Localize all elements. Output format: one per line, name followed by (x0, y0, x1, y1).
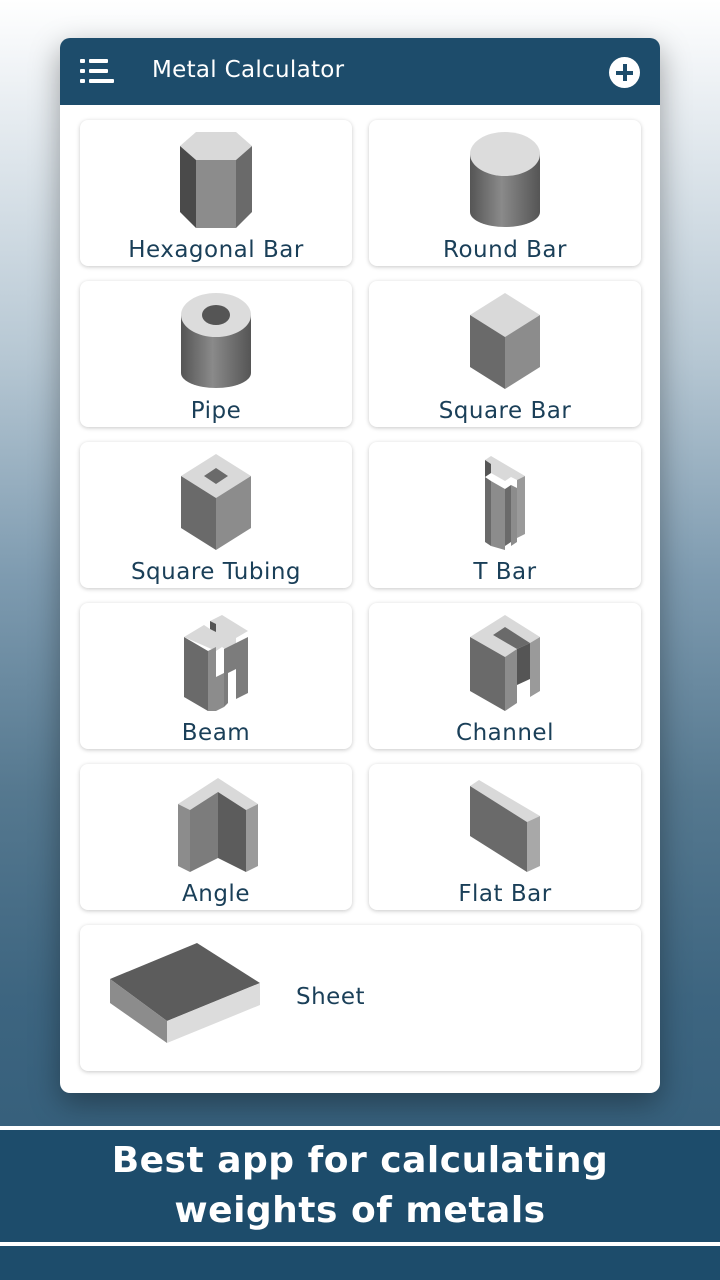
app-bar: Metal Calculator (60, 38, 660, 105)
shape-card-sheet[interactable]: Sheet (80, 925, 641, 1071)
shape-card-beam[interactable]: Beam (80, 603, 352, 749)
shape-card-pipe[interactable]: Pipe (80, 281, 352, 427)
app-title: Metal Calculator (152, 57, 345, 83)
t-bar-icon (485, 456, 525, 550)
menu-list-icon[interactable] (80, 59, 114, 83)
shape-label: Square Bar (438, 398, 572, 424)
round-bar-icon (470, 132, 540, 227)
app-screen: Metal Calculator Hexagonal Bar Round Bar (60, 38, 660, 1093)
beam-icon (184, 615, 248, 711)
shape-card-round-bar[interactable]: Round Bar (369, 120, 641, 266)
banner-line-1: Best app for calculating (111, 1140, 609, 1181)
bottom-strip (0, 1246, 720, 1280)
shape-label: Square Tubing (130, 559, 302, 585)
plus-circle-icon[interactable] (609, 57, 640, 88)
shape-card-square-bar[interactable]: Square Bar (369, 281, 641, 427)
channel-icon (470, 615, 540, 711)
shape-label: T Bar (473, 559, 537, 585)
shape-label: Channel (456, 720, 554, 746)
shape-label: Sheet (296, 984, 365, 1010)
square-tubing-icon (181, 454, 251, 550)
shape-label: Round Bar (443, 237, 567, 263)
shape-label: Hexagonal Bar (128, 237, 304, 263)
shape-label: Angle (182, 881, 250, 907)
shape-card-hexagonal-bar[interactable]: Hexagonal Bar (80, 120, 352, 266)
shape-card-square-tubing[interactable]: Square Tubing (80, 442, 352, 588)
square-bar-icon (470, 293, 540, 389)
shape-card-channel[interactable]: Channel (369, 603, 641, 749)
flat-bar-icon (470, 780, 540, 872)
banner-line-2: weights of metals (174, 1190, 546, 1231)
angle-icon (178, 778, 258, 872)
promo-banner: Best app for calculating weights of meta… (0, 1126, 720, 1246)
shape-card-t-bar[interactable]: T Bar (369, 442, 641, 588)
hexagonal-bar-icon (180, 132, 252, 228)
pipe-icon (181, 293, 251, 388)
shape-label: Pipe (190, 398, 242, 424)
shape-card-flat-bar[interactable]: Flat Bar (369, 764, 641, 910)
sheet-icon (110, 943, 260, 1043)
shape-label: Flat Bar (458, 881, 552, 907)
shape-card-angle[interactable]: Angle (80, 764, 352, 910)
shape-label: Beam (181, 720, 251, 746)
